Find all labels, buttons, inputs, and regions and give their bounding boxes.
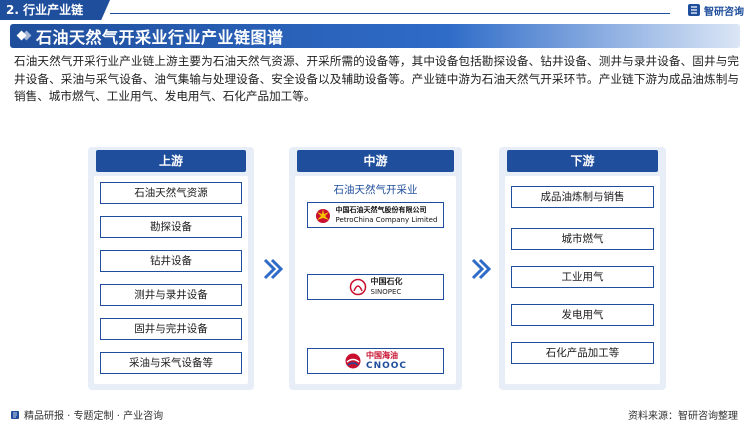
brand-name: 智研咨询 [704, 6, 744, 18]
footer-tagline: 精品研报 · 专题定制 · 产业咨询 [10, 407, 163, 422]
petrochina-cn: 中国石油天然气股份有限公司 [335, 206, 427, 214]
upstream-panel: 上游 石油天然气资源 勘探设备 钻井设备 测井与录井设备 固井与完井设备 采油与… [88, 147, 254, 390]
diamond-icon [18, 30, 30, 42]
section-tag: 2. 行业产业链 [0, 0, 110, 20]
sinopec-en: SINOPEC [370, 288, 402, 296]
downstream-title: 下游 [507, 150, 658, 172]
downstream-list: 成品油炼制与销售 城市燃气 工业用气 发电用气 石化产品加工等 [505, 176, 660, 384]
downstream-item: 成品油炼制与销售 [511, 186, 654, 208]
midstream-panel: 中游 石油天然气开采业 中国石油天然气股份有限公司 PetroChina Com… [289, 147, 462, 390]
chevron-right-icon [263, 258, 284, 280]
sinopec-emblem-icon [349, 278, 366, 296]
downstream-item: 发电用气 [511, 304, 654, 326]
downstream-item: 城市燃气 [511, 228, 654, 250]
upstream-item: 固井与完井设备 [100, 318, 242, 340]
petrochina-logo: 中国石油天然气股份有限公司 PetroChina Company Limited [307, 202, 444, 228]
midstream-subtitle: 石油天然气开采业 [333, 184, 418, 196]
top-bar: 2. 行业产业链 智研咨询 [0, 0, 750, 20]
midstream-title: 中游 [297, 150, 454, 172]
footer-left-text: 精品研报 · 专题定制 · 产业咨询 [24, 411, 164, 422]
page-title: 石油天然气开采业行业产业链图谱 [36, 28, 284, 47]
downstream-panel: 下游 成品油炼制与销售 城市燃气 工业用气 发电用气 石化产品加工等 [499, 147, 666, 390]
cnooc-emblem-icon [345, 353, 361, 369]
upstream-list: 石油天然气资源 勘探设备 钻井设备 测井与录井设备 固井与完井设备 采油与采气设… [94, 176, 248, 384]
sinopec-logo: 中国石化 SINOPEC [307, 274, 444, 300]
cnooc-logo: 中国海油 CNOOC [307, 348, 444, 374]
source-note: 资料来源：智研咨询整理 [628, 411, 738, 422]
upstream-item: 钻井设备 [100, 250, 242, 272]
footer: 精品研报 · 专题定制 · 产业咨询 资料来源：智研咨询整理 [0, 405, 750, 423]
cnooc-en: CNOOC [365, 361, 408, 371]
petrochina-emblem-icon [315, 209, 330, 223]
downstream-item: 石化产品加工等 [511, 342, 654, 364]
upstream-item: 勘探设备 [100, 216, 242, 238]
description: 石油天然气开采行业产业链上游主要为石油天然气资源、开采所需的设备等，其中设备包括… [14, 54, 739, 103]
sinopec-cn: 中国石化 [370, 277, 403, 286]
downstream-item: 工业用气 [511, 266, 654, 288]
chevron-right-icon [471, 258, 492, 280]
title-bar: 石油天然气开采业行业产业链图谱 [10, 24, 740, 48]
brand: 智研咨询 [687, 2, 744, 18]
petrochina-en: PetroChina Company Limited [335, 216, 438, 224]
upstream-item: 采油与采气设备等 [100, 352, 242, 374]
cnooc-cn: 中国海油 [365, 351, 398, 360]
brand-logo-icon [688, 4, 700, 16]
upstream-item: 测井与录井设备 [100, 284, 242, 306]
upstream-title: 上游 [96, 150, 246, 172]
top-divider [110, 13, 670, 14]
upstream-item: 石油天然气资源 [100, 182, 242, 204]
midstream-list: 石油天然气开采业 中国石油天然气股份有限公司 PetroChina Compan… [295, 176, 456, 384]
book-icon [11, 410, 19, 419]
